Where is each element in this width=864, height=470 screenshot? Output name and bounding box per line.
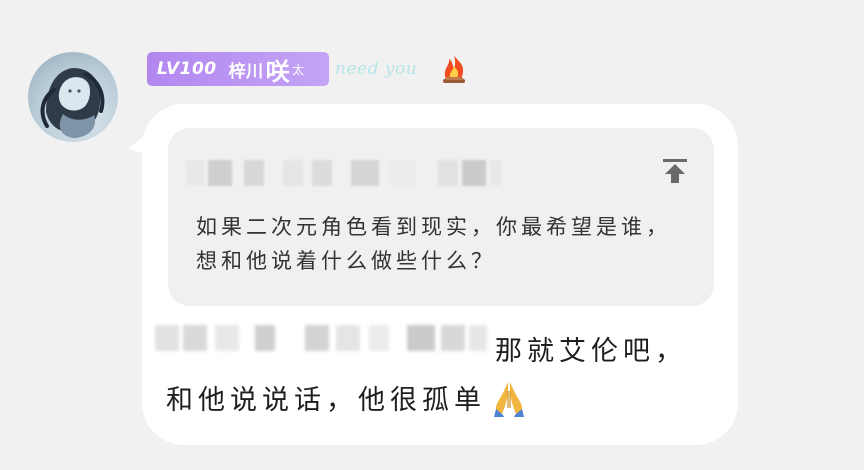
user-badge[interactable]: LV100 梓川 咲 太 — [147, 52, 329, 86]
user-header: LV100 梓川 咲 太 need you — [147, 52, 471, 86]
username-prefix: 梓川 — [228, 61, 264, 82]
avatar[interactable] — [28, 52, 118, 142]
user-tagline: need you — [335, 59, 418, 79]
username-main: 咲 — [265, 57, 291, 86]
reply-author-blur — [186, 160, 501, 186]
reply-preview[interactable]: 如果二次元角色看到现实，你最希望是谁，想和他说着什么做些什么？ — [168, 128, 714, 306]
avatar-image — [40, 68, 105, 138]
message-text-line-1: 那就艾伦吧， — [495, 336, 687, 367]
message-text-line-2-content: 和他说说话，他很孤单 — [166, 384, 486, 416]
level-label: LV100 — [157, 59, 217, 79]
pin-top-icon[interactable] — [660, 156, 690, 186]
praying-hands-icon — [494, 382, 524, 417]
quoted-message-text: 如果二次元角色看到现实，你最希望是谁，想和他说着什么做些什么？ — [196, 215, 671, 273]
message-text-line-2: 和他说说话，他很孤单 — [166, 377, 530, 417]
fire-icon — [443, 55, 466, 83]
message-sender-blur — [155, 320, 487, 358]
username-suffix: 太 — [292, 62, 305, 77]
top-blurred-fragment: · · · — [412, 0, 472, 6]
